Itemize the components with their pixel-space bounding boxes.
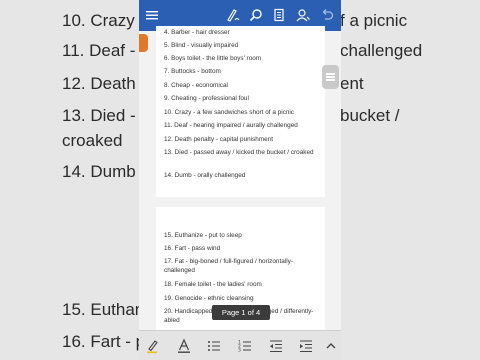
bullet-list-icon[interactable] xyxy=(206,338,222,354)
bottom-toolbar: 123 xyxy=(139,330,341,360)
bg-line: croaked xyxy=(62,131,123,150)
list-item: 8. Cheap - economical xyxy=(164,82,228,89)
list-item: 11. Deaf - hearing impaired / aurally ch… xyxy=(164,122,298,129)
list-item: 16. Fart - pass wind xyxy=(164,245,221,252)
bg-line: 14. Dumb xyxy=(62,162,136,181)
highlighter-icon[interactable] xyxy=(145,338,161,354)
bg-line: 16. Fart - p xyxy=(62,332,140,351)
decrease-indent-icon[interactable] xyxy=(268,338,284,354)
list-item: 12. Death penalty - capital punishment xyxy=(164,136,274,143)
bg-line: 10. Crazy - xyxy=(62,11,140,30)
bg-line: 13. Died - xyxy=(62,106,136,125)
list-item: 15. Euthanize - put to sleep xyxy=(164,232,242,239)
reader-icon[interactable] xyxy=(271,7,287,23)
bg-line: 15. Euthan xyxy=(62,300,140,319)
numbered-list-icon[interactable]: 123 xyxy=(237,338,253,354)
share-person-icon[interactable] xyxy=(295,7,311,23)
list-item: 13. Died - passed away / kicked the buck… xyxy=(164,149,314,156)
list-item: 4. Barber - hair dresser xyxy=(164,29,230,36)
background-left-text: 10. Crazy - 11. Deaf - 12. Death 13. Die… xyxy=(0,0,140,360)
bg-line: f a picnic xyxy=(340,11,408,30)
search-icon[interactable] xyxy=(248,7,264,23)
list-item: 14. Dumb - orally challenged xyxy=(164,172,246,179)
draw-icon[interactable] xyxy=(225,7,241,23)
page-indicator: Page 1 of 4 xyxy=(212,305,270,320)
bg-line: 11. Deaf - xyxy=(62,41,136,60)
document-page-1: 4. Barber - hair dresser 5. Blind - visu… xyxy=(156,26,325,197)
svg-text:3: 3 xyxy=(238,348,241,354)
list-item: 6. Boys toilet - the little boys' room xyxy=(164,55,262,62)
list-item: 9. Cheating - professional foul xyxy=(164,95,249,102)
menu-icon[interactable] xyxy=(144,7,160,23)
undo-icon[interactable] xyxy=(319,7,335,23)
list-item: 7. Buttocks - bottom xyxy=(164,68,221,75)
bg-line: bucket / xyxy=(340,106,400,125)
side-panel-tab[interactable] xyxy=(139,34,148,52)
list-item: 17. Fat - big-boned / full-figured / hor… xyxy=(164,258,293,274)
list-item: 19. Genocide - ethnic cleansing xyxy=(164,295,254,302)
text-format-icon[interactable] xyxy=(176,338,192,354)
chevron-up-icon[interactable] xyxy=(323,338,337,354)
background-right-text: f a picnic challenged ent bucket / xyxy=(340,0,480,360)
bg-line: 12. Death xyxy=(62,74,136,93)
list-item: 18. Female toilet - the ladies' room xyxy=(164,281,262,288)
list-item: 10. Crazy - a few sandwiches short of a … xyxy=(164,109,295,116)
scroll-handle[interactable] xyxy=(322,65,339,89)
list-item: 5. Blind - visually impaired xyxy=(164,42,239,49)
phone-screen: 4. Barber - hair dresser 5. Blind - visu… xyxy=(139,0,341,360)
bg-line: challenged xyxy=(340,41,423,60)
bg-line: ent xyxy=(340,74,364,93)
increase-indent-icon[interactable] xyxy=(298,338,314,354)
